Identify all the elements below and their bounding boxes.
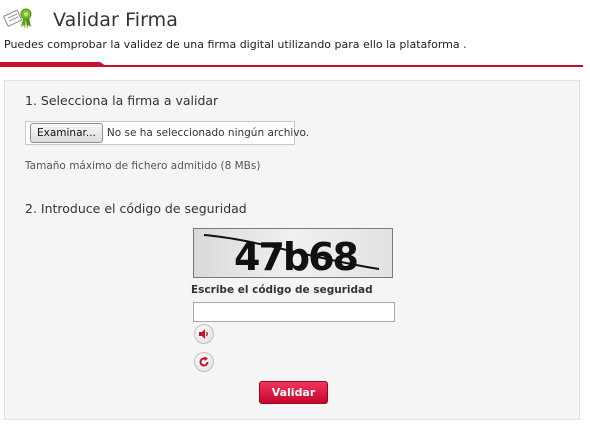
- step2-title: 2. Introduce el código de seguridad: [25, 201, 247, 216]
- signature-ribbon-icon: [2, 5, 36, 33]
- speaker-icon: [198, 325, 210, 344]
- captcha-image: 47b68: [193, 228, 393, 278]
- captcha-label: Escribe el código de seguridad: [191, 284, 373, 296]
- captcha-refresh-button[interactable]: [194, 352, 214, 372]
- page-title: Validar Firma: [53, 9, 179, 31]
- step1-title: 1. Selecciona la firma a validar: [25, 93, 219, 108]
- validate-button[interactable]: Validar: [259, 381, 328, 404]
- file-status-text: No se ha seleccionado ningún archivo.: [106, 127, 310, 139]
- browse-button[interactable]: Examinar...: [30, 123, 103, 143]
- max-size-note: Tamaño máximo de fichero admitido (8 MBs…: [25, 160, 261, 172]
- validation-form-panel: 1. Selecciona la firma a validar Examina…: [4, 80, 580, 420]
- header-divider: [0, 62, 583, 67]
- file-input[interactable]: Examinar... No se ha seleccionado ningún…: [25, 121, 309, 145]
- intro-text: Puedes comprobar la validez de una firma…: [4, 38, 467, 51]
- refresh-icon: [198, 353, 210, 372]
- captcha-audio-button[interactable]: [194, 324, 214, 344]
- validar-firma-page: Validar Firma Puedes comprobar la valide…: [0, 0, 590, 427]
- captcha-input[interactable]: [193, 302, 395, 322]
- captcha-text: 47b68: [234, 235, 358, 277]
